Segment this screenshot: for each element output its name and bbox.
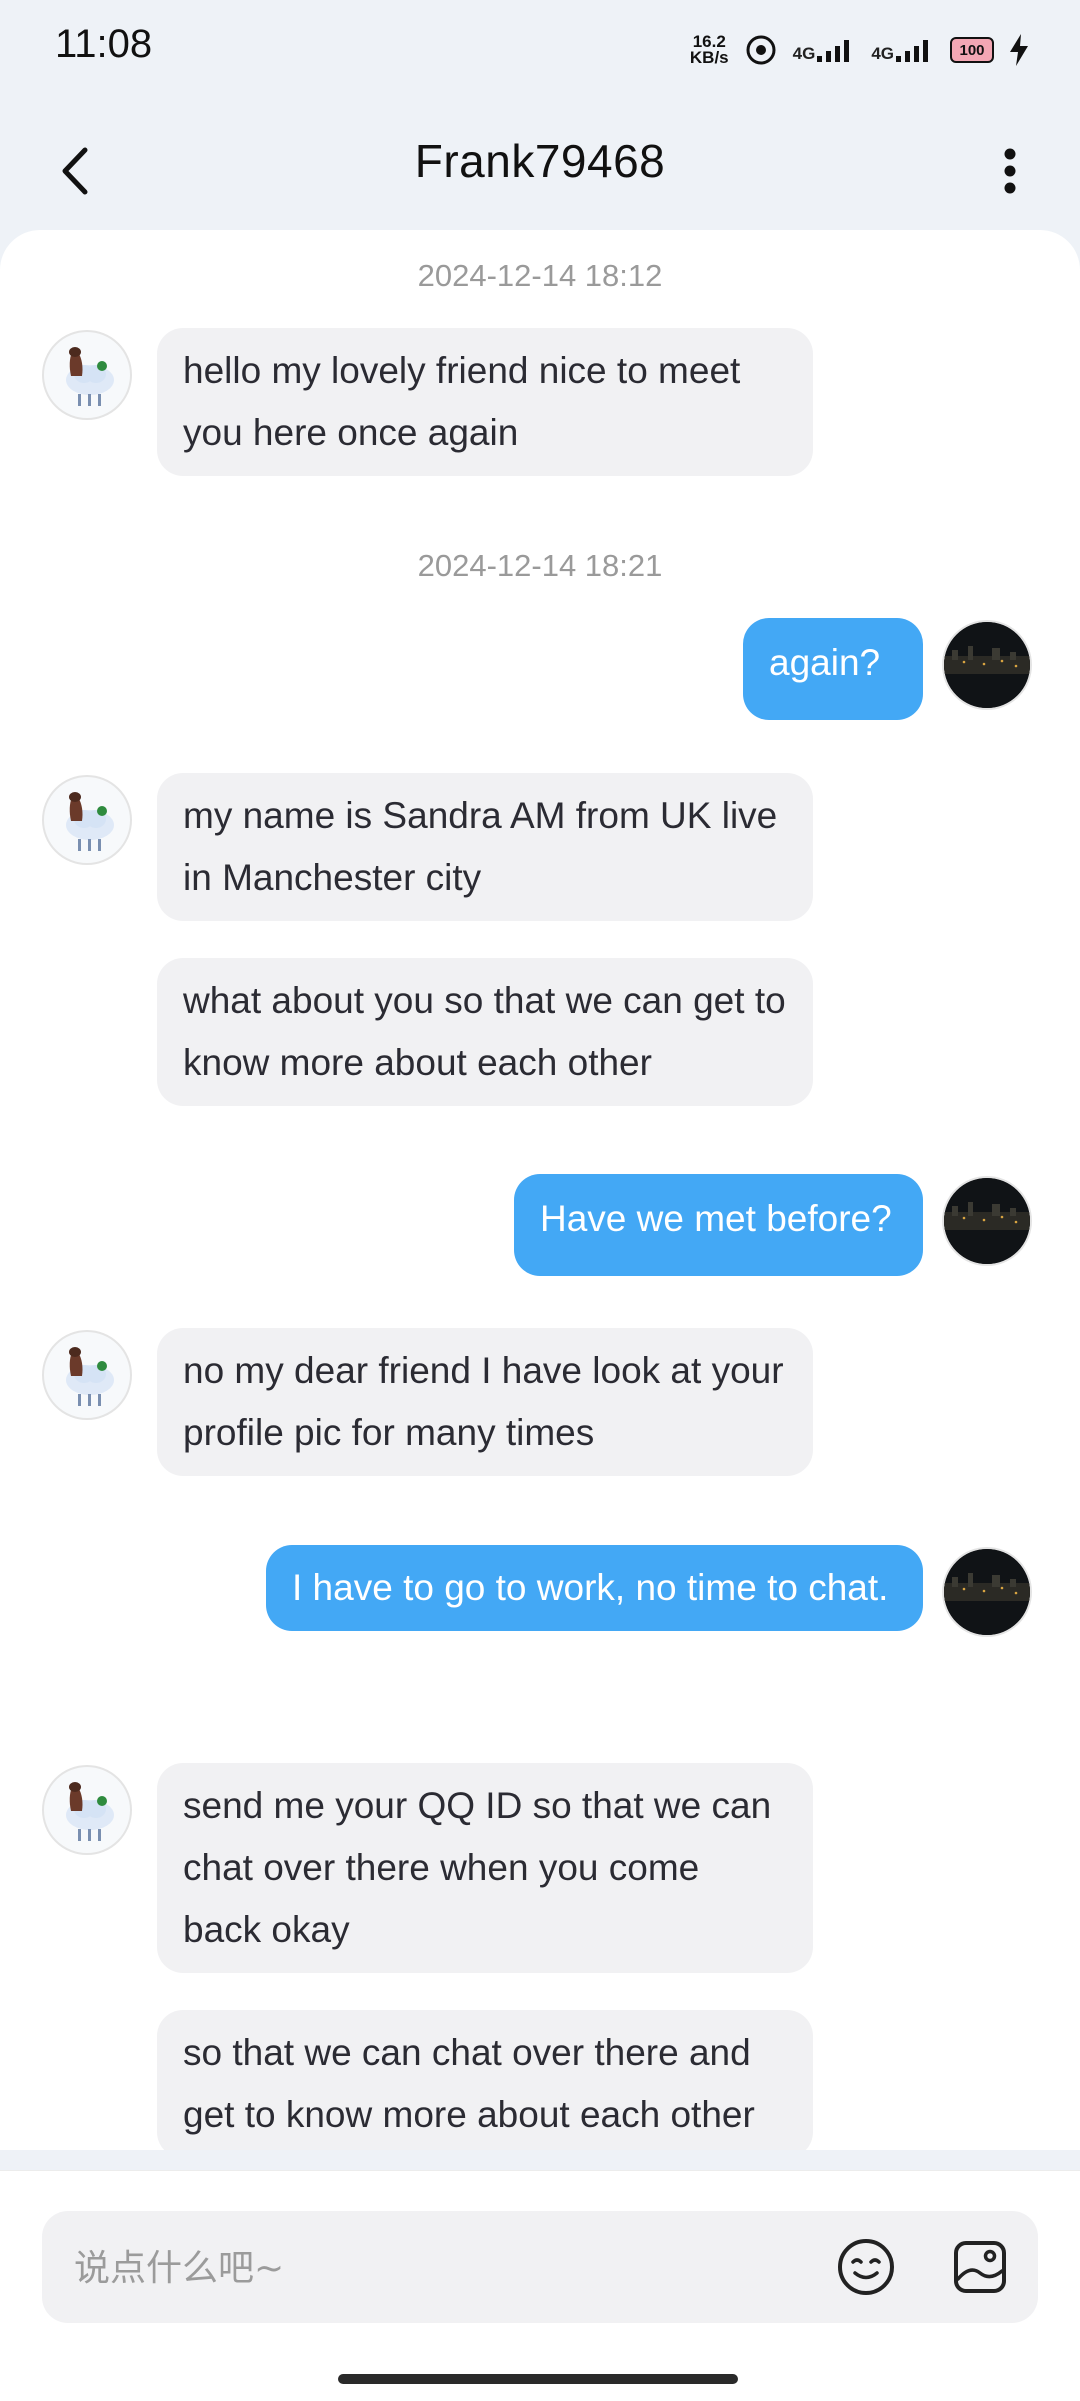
sheep-avatar-icon — [66, 792, 114, 851]
image-icon[interactable] — [948, 2235, 1012, 2299]
signal-1-bars-icon — [817, 40, 850, 62]
contact-avatar[interactable] — [42, 330, 132, 420]
message-bubble-outgoing[interactable]: I have to go to work, no time to chat. — [266, 1545, 923, 1631]
message-bubble-incoming[interactable]: so that we can chat over there and get t… — [157, 2010, 813, 2150]
message-list[interactable]: 2024-12-14 18:12 hello my lovely friend … — [0, 230, 1080, 2150]
signal-2-label: 4G — [871, 44, 894, 63]
signal-1: 4G — [793, 36, 858, 64]
signal-1-label: 4G — [792, 44, 816, 63]
more-options-icon — [1004, 148, 1016, 194]
contact-avatar[interactable] — [42, 1765, 132, 1855]
chat-header: Frank79468 — [0, 96, 1080, 236]
user-avatar[interactable] — [942, 1547, 1032, 1637]
city-night-avatar-icon — [944, 1178, 1030, 1264]
sheep-avatar-icon — [66, 1347, 114, 1406]
network-speed: 16.2 KB/s — [689, 33, 729, 67]
charging-bolt-icon — [1010, 34, 1028, 66]
sheep-avatar-icon — [66, 347, 114, 406]
message-bubble-incoming[interactable]: what about you so that we can get to kno… — [157, 958, 813, 1106]
chat-title: Frank79468 — [414, 135, 666, 187]
message-bubble-incoming[interactable]: no my dear friend I have look at your pr… — [157, 1328, 813, 1476]
user-avatar[interactable] — [942, 1176, 1032, 1266]
user-avatar[interactable] — [942, 620, 1032, 710]
signal-2-bars-icon — [896, 40, 928, 62]
message-bubble-incoming[interactable]: hello my lovely friend nice to meet you … — [157, 328, 813, 476]
network-speed-unit: KB/s — [689, 48, 729, 67]
status-bar: 11:08 16.2 KB/s 4G 4G 100 — [0, 0, 1080, 96]
sheep-avatar-icon — [66, 1782, 114, 1841]
emoji-icon[interactable] — [834, 2235, 898, 2299]
message-bubble-outgoing[interactable]: Have we met before? — [514, 1174, 923, 1276]
more-options-button[interactable] — [980, 136, 1040, 206]
battery-level: 100 — [950, 37, 994, 63]
message-timestamp: 2024-12-14 18:12 — [417, 258, 663, 293]
message-timestamp: 2024-12-14 18:21 — [417, 548, 663, 583]
contact-avatar[interactable] — [42, 775, 132, 865]
battery-indicator: 100 — [950, 37, 994, 63]
contact-avatar[interactable] — [42, 1330, 132, 1420]
city-night-avatar-icon — [944, 622, 1030, 708]
message-bubble-incoming[interactable]: send me your QQ ID so that we can chat o… — [157, 1763, 813, 1973]
location-icon — [746, 35, 776, 65]
city-night-avatar-icon — [944, 1549, 1030, 1635]
status-time: 11:08 — [55, 22, 153, 66]
input-bar — [0, 2170, 1080, 2401]
message-input[interactable] — [72, 2211, 836, 2325]
status-icons: 16.2 KB/s 4G 4G 100 — [690, 28, 1030, 72]
message-bubble-incoming[interactable]: my name is Sandra AM from UK live in Man… — [157, 773, 813, 921]
message-bubble-outgoing[interactable]: again? — [743, 618, 923, 720]
home-indicator[interactable] — [338, 2374, 738, 2384]
message-input-container — [42, 2211, 1038, 2325]
signal-2: 4G — [871, 36, 936, 64]
